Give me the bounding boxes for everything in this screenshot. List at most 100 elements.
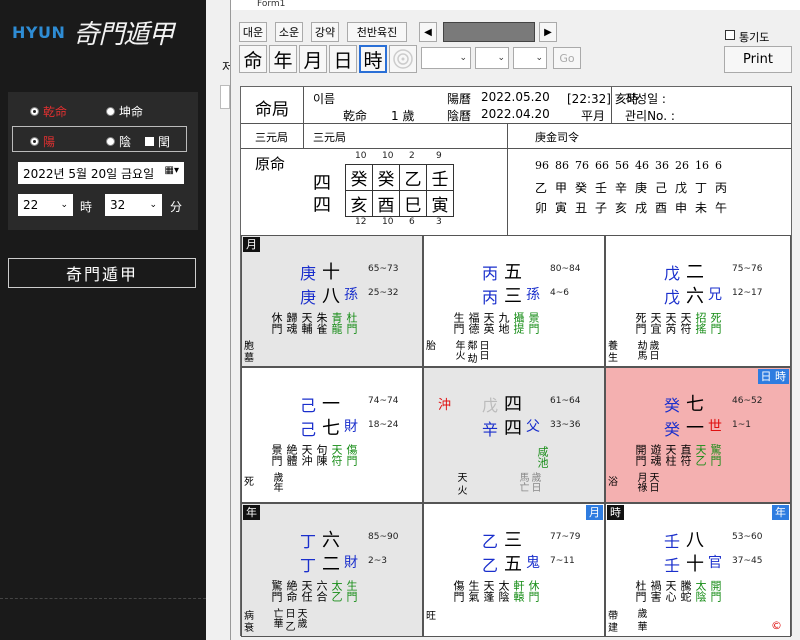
age-value: 1 歲	[391, 109, 415, 123]
manage-no-label: 관리No. :	[625, 109, 675, 123]
palace-foot-1: 旺	[426, 611, 436, 622]
palace-foot-2: 生	[608, 353, 618, 364]
palace-kin: 鬼	[526, 555, 540, 571]
print-button[interactable]: Print	[724, 46, 792, 73]
minute-select[interactable]: 32 ⌄	[105, 194, 162, 216]
chevron-down-icon: ⌄	[459, 53, 467, 63]
tonggido-checkbox[interactable]	[725, 30, 735, 40]
month-type: 平月	[581, 109, 606, 123]
palace-cell: 日 時癸七 46~52 癸一世 1~1 開門 遊魂 天柱 直符 天乙 驚門 天日 月祿 浴	[605, 367, 791, 503]
palace-stem-2: 戊	[664, 288, 681, 307]
period-day-button[interactable]: 日	[329, 45, 357, 73]
palace-row3-item: 青龍	[330, 312, 343, 334]
palace-kin: 孫	[344, 287, 358, 303]
sowoon-button[interactable]: 소운	[275, 22, 303, 42]
lunar-date: 2022.04.20	[481, 107, 550, 121]
year-dropdown[interactable]: ⌄	[421, 47, 471, 69]
palace-row3-item: 太乙	[330, 580, 343, 602]
qimen-button[interactable]: 奇門遁甲	[8, 258, 196, 288]
radio-icon	[106, 137, 115, 146]
stems-row: 癸癸乙壬	[345, 164, 454, 191]
period-year-button[interactable]: 年	[269, 45, 297, 73]
palace-num-1: 七	[686, 394, 704, 415]
palace-num-1: 一	[322, 394, 340, 415]
month-dropdown[interactable]: ⌄	[475, 47, 509, 69]
palace-range-1: 74~74	[368, 396, 399, 406]
palace-num-2: 四	[504, 418, 522, 439]
calendar-icon[interactable]: ▦▾	[165, 165, 179, 181]
palace-cell: 時年壬八 53~60 壬十官 37~45 杜門 禍害 天心 騰蛇 太陰 開門歲 華帶建	[605, 503, 791, 637]
palace-stem-1: 戊	[482, 396, 499, 415]
palace-num-2: 八	[322, 286, 340, 307]
palace-row3-item: 歸魂	[285, 312, 298, 334]
palace-range-2: 12~17	[732, 288, 763, 298]
palace-foot: 歲日 馬亡	[517, 472, 540, 492]
daewoon-button[interactable]: 대운	[239, 22, 267, 42]
palace-row3-item: 天符	[679, 312, 692, 334]
copyright-icon: ©	[771, 619, 782, 632]
palace-extra: 歲年	[271, 472, 282, 492]
palace-range-2: 4~6	[550, 288, 569, 298]
bottom-num: 6	[409, 217, 415, 227]
stem-cell: 癸	[372, 164, 400, 191]
palace-range-1: 65~73	[368, 264, 399, 274]
palace-cell: 戊四 61~64 辛四父 33~36 沖咸池天 火 歲日 馬亡	[423, 367, 605, 503]
palace-num-1: 八	[686, 530, 704, 551]
palace-row3-item: 生氣	[467, 580, 480, 602]
sanyuan-label: 三元局	[255, 131, 288, 144]
date-picker[interactable]: 2022년 5월 20일 금요일 ▦▾	[18, 162, 184, 184]
day-dropdown[interactable]: ⌄	[513, 47, 547, 69]
dayun-stems-item: 乙	[535, 181, 548, 195]
radio-male[interactable]: 乾命	[30, 103, 67, 120]
palace-num-2: 十	[686, 554, 704, 575]
palace-row3-item: 遊魂	[649, 444, 662, 466]
palace-extra: 歲日 劫馬	[635, 340, 658, 360]
palace-num-2: 三	[504, 286, 522, 307]
period-hour-button[interactable]: 時	[359, 45, 387, 73]
hour-select[interactable]: 22 ⌄	[18, 194, 73, 216]
dayun-ages-item: 86	[555, 159, 569, 172]
go-button[interactable]: Go	[553, 47, 581, 69]
period-ming-button[interactable]: 命	[239, 45, 267, 73]
radio-yang-label: 陽	[43, 135, 56, 149]
palace-row3-item: 驚門	[270, 580, 283, 602]
dayun-branches-item: 亥	[615, 201, 628, 215]
cheonban-button[interactable]: 천반육진	[347, 22, 407, 42]
strength-button[interactable]: 강약	[311, 22, 339, 42]
prev-arrow-icon[interactable]: ◀	[419, 22, 437, 42]
palace-stem-1: 丙	[482, 264, 499, 283]
divider	[303, 87, 304, 124]
radio-female[interactable]: 坤命	[106, 103, 143, 120]
scroll-track[interactable]	[443, 22, 535, 42]
palace-row3-item: 絶體	[285, 444, 298, 466]
palace-corner-badge: 年	[772, 505, 789, 520]
palace-kin: 官	[708, 555, 722, 571]
palace-row3-item: 死門	[709, 312, 722, 334]
palace-num-2: 二	[322, 554, 340, 575]
palace-stem-1: 乙	[482, 532, 499, 551]
compass-icon[interactable]	[389, 45, 417, 73]
palace-row3-item: 禍害	[649, 580, 662, 602]
radio-yang[interactable]: 陽	[30, 133, 55, 150]
palace-row3-item: 杜門	[634, 580, 647, 602]
dayun-stems-item: 壬	[595, 181, 608, 195]
dayun-stems-item: 戊	[675, 181, 688, 195]
logo-title: 奇門遁甲	[73, 19, 174, 50]
top-num: 9	[436, 151, 442, 161]
period-month-button[interactable]: 月	[299, 45, 327, 73]
next-arrow-icon[interactable]: ▶	[539, 22, 557, 42]
palace-stem-2: 庚	[300, 288, 317, 307]
hour-label: 時	[80, 200, 93, 214]
palace-num-1: 四	[504, 394, 522, 415]
date-value: 2022년 5월 20일 금요일	[23, 167, 155, 181]
palace-num-1: 十	[322, 262, 340, 283]
palace-row3-item: 天蓬	[482, 580, 495, 602]
branch-cell: 亥	[345, 190, 373, 217]
palace-row3-item: 攝提	[512, 312, 525, 334]
top-num: 2	[409, 151, 415, 161]
dayun-branches-item: 午	[715, 201, 728, 215]
window-title: Form1	[231, 0, 800, 10]
app-logo: HYUN 奇門遁甲	[12, 10, 174, 54]
leap-checkbox[interactable]: 閏	[145, 133, 170, 150]
radio-yin[interactable]: 陰	[106, 133, 131, 150]
